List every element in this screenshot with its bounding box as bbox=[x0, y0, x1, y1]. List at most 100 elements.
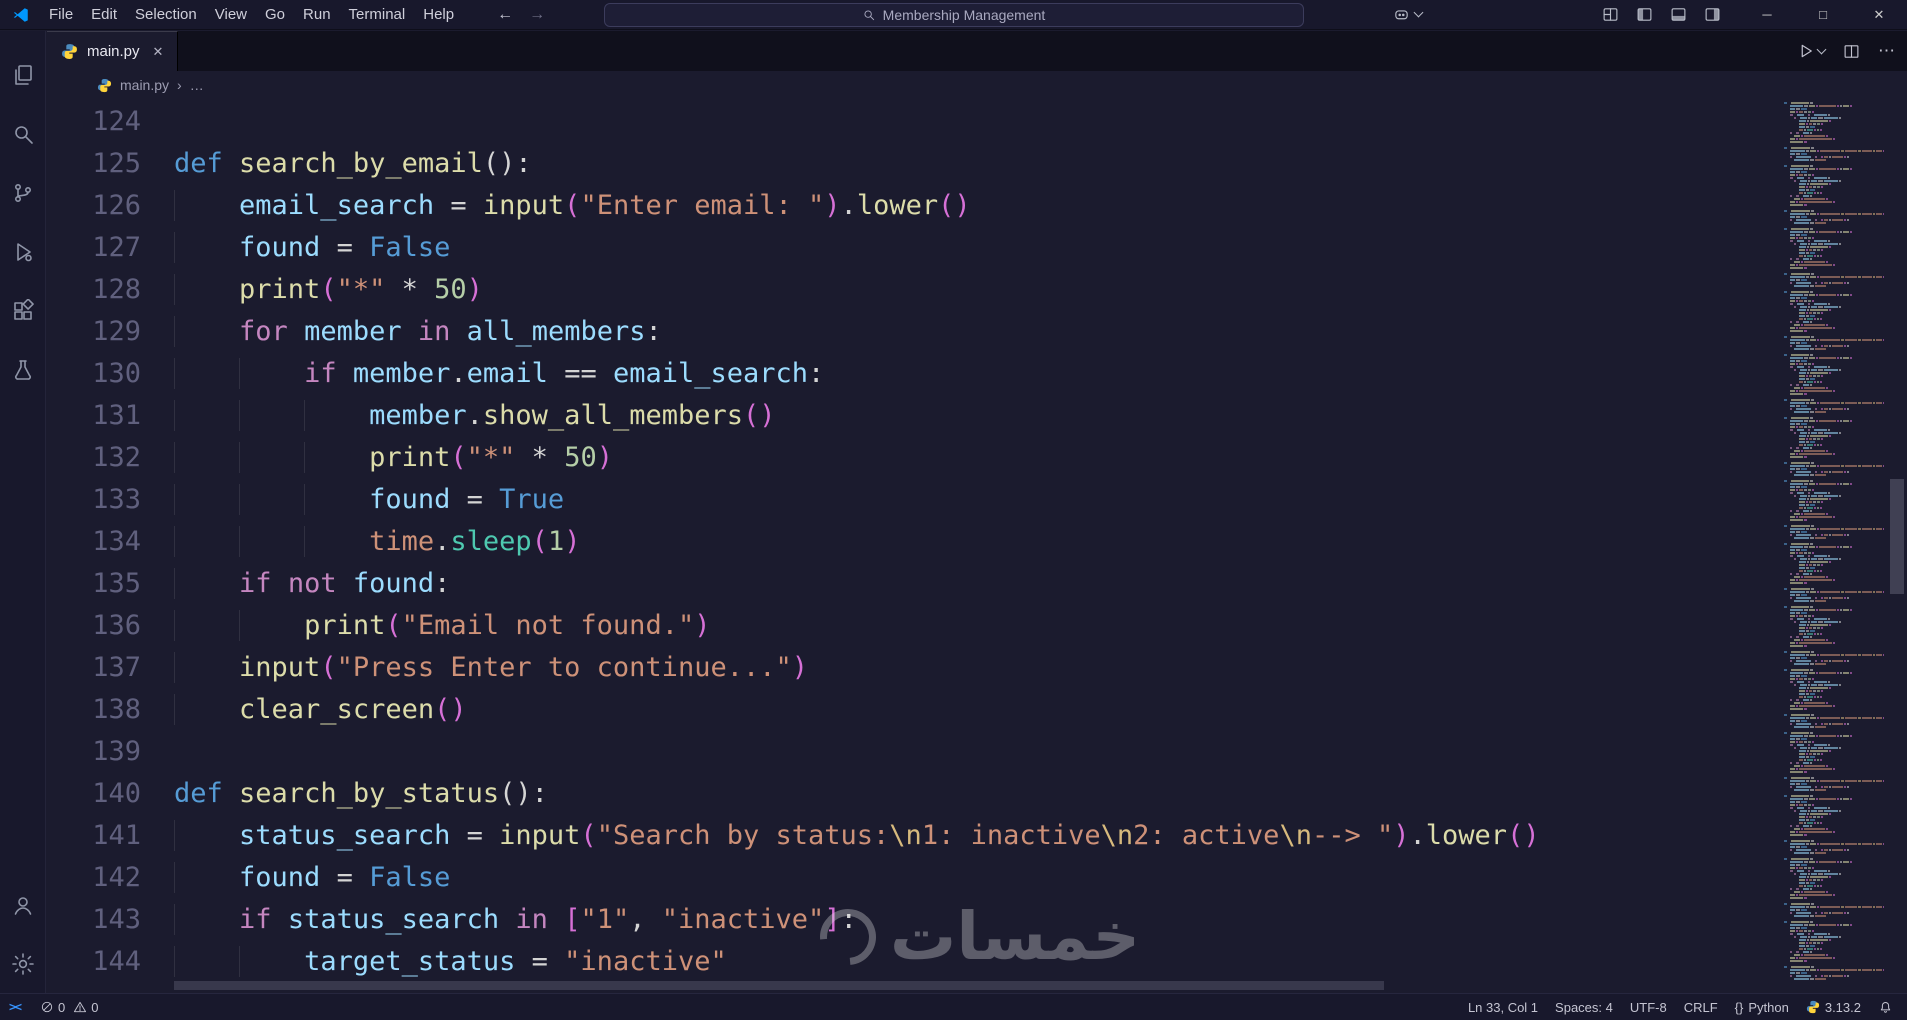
editor-area: main.py ✕ ⋯ main.py › … 124 125 def sear… bbox=[47, 31, 1907, 993]
menu-file[interactable]: File bbox=[40, 0, 82, 30]
statusbar-left: >< 0 0 bbox=[0, 994, 98, 1020]
code-line[interactable]: 142 found = False bbox=[47, 857, 1784, 899]
code-line[interactable]: 134 time.sleep(1) bbox=[47, 521, 1784, 563]
line-text: if status_search in ["1", "inactive"]: bbox=[174, 899, 857, 941]
code-line[interactable]: 141 status_search = input("Search by sta… bbox=[47, 815, 1784, 857]
command-center-search[interactable]: Membership Management bbox=[603, 3, 1304, 27]
line-text: found = False bbox=[174, 857, 450, 899]
run-dropdown-chevron-icon[interactable] bbox=[1816, 44, 1827, 54]
code-line[interactable]: 129 for member in all_members: bbox=[47, 311, 1784, 353]
code-editor[interactable]: 124 125 def search_by_email(): 126 email_se… bbox=[47, 99, 1784, 993]
line-number: 139 bbox=[92, 736, 141, 767]
code-line[interactable]: 126 email_search = input("Enter email: "… bbox=[47, 185, 1784, 227]
back-button[interactable]: ← bbox=[497, 6, 513, 24]
accounts-icon[interactable] bbox=[0, 875, 46, 934]
code-line[interactable]: 128 print("*" * 50) bbox=[47, 269, 1784, 311]
minimap[interactable] bbox=[1784, 99, 1884, 981]
toggle-panel-icon[interactable] bbox=[1670, 6, 1687, 23]
python-file-icon bbox=[62, 44, 77, 59]
menu-terminal[interactable]: Terminal bbox=[340, 0, 415, 30]
copilot-menu[interactable] bbox=[1393, 6, 1424, 23]
python-interpreter[interactable]: 3.13.2 bbox=[1806, 1000, 1861, 1015]
code-line[interactable]: 143 if status_search in ["1", "inactive"… bbox=[47, 899, 1784, 941]
code-line[interactable]: 140 def search_by_status(): bbox=[47, 773, 1784, 815]
run-debug-icon[interactable] bbox=[0, 222, 46, 281]
python-file-icon bbox=[97, 78, 112, 92]
language-mode[interactable]: {} Python bbox=[1735, 1000, 1789, 1015]
customize-layout-icon[interactable] bbox=[1602, 6, 1619, 23]
toggle-primary-sidebar-icon[interactable] bbox=[1636, 6, 1653, 23]
code-line[interactable]: 131 member.show_all_members() bbox=[47, 395, 1784, 437]
line-text: if member.email == email_search: bbox=[174, 353, 824, 395]
menu-go[interactable]: Go bbox=[256, 0, 294, 30]
line-number: 135 bbox=[92, 568, 141, 599]
line-number: 127 bbox=[92, 232, 141, 263]
line-number: 131 bbox=[92, 400, 141, 431]
window-controls: ─ □ ✕ bbox=[1739, 0, 1907, 30]
errors-icon bbox=[41, 1001, 53, 1013]
menu-edit[interactable]: Edit bbox=[82, 0, 126, 30]
code-line[interactable]: 136 print("Email not found.") bbox=[47, 605, 1784, 647]
vscode-logo-icon bbox=[13, 7, 28, 22]
code-line[interactable]: 138 clear_screen() bbox=[47, 689, 1784, 731]
menu-run[interactable]: Run bbox=[294, 0, 340, 30]
line-text: time.sleep(1) bbox=[174, 521, 580, 563]
notifications-bell-icon[interactable] bbox=[1878, 1000, 1893, 1015]
line-text: found = True bbox=[174, 479, 564, 521]
interpreter-version: 3.13.2 bbox=[1824, 999, 1861, 1015]
code-line[interactable]: 132 print("*" * 50) bbox=[47, 437, 1784, 479]
code-line[interactable]: 127 found = False bbox=[47, 227, 1784, 269]
testing-icon[interactable] bbox=[0, 340, 46, 399]
horizontal-scrollbar-thumb[interactable] bbox=[174, 981, 1384, 990]
code-line[interactable]: 137 input("Press Enter to continue...") bbox=[47, 647, 1784, 689]
code-line[interactable]: 130 if member.email == email_search: bbox=[47, 353, 1784, 395]
line-number: 124 bbox=[92, 106, 141, 137]
settings-gear-icon[interactable] bbox=[0, 934, 46, 993]
menu-selection[interactable]: Selection bbox=[126, 0, 206, 30]
code-line[interactable]: 133 found = True bbox=[47, 479, 1784, 521]
extensions-icon[interactable] bbox=[0, 281, 46, 340]
breadcrumb-file[interactable]: main.py bbox=[120, 77, 169, 93]
problems-indicator[interactable]: 0 0 bbox=[40, 1000, 98, 1015]
menu-help[interactable]: Help bbox=[414, 0, 463, 30]
remote-indicator[interactable]: >< bbox=[0, 994, 30, 1020]
source-control-icon[interactable] bbox=[0, 163, 46, 222]
code-lines: 124 125 def search_by_email(): 126 email_se… bbox=[47, 101, 1784, 983]
line-text: status_search = input("Search by status:… bbox=[174, 815, 1540, 857]
encoding-setting[interactable]: UTF-8 bbox=[1630, 1000, 1667, 1015]
vertical-scrollbar[interactable] bbox=[1887, 99, 1907, 981]
tab-close-icon[interactable]: ✕ bbox=[153, 44, 164, 60]
close-button[interactable]: ✕ bbox=[1851, 0, 1907, 30]
maximize-button[interactable]: □ bbox=[1795, 0, 1851, 30]
explorer-icon[interactable] bbox=[0, 45, 46, 104]
breadcrumb-more[interactable]: … bbox=[190, 77, 204, 93]
line-text: print("Email not found.") bbox=[174, 605, 710, 647]
forward-button[interactable]: → bbox=[529, 6, 545, 24]
menu-view[interactable]: View bbox=[206, 0, 256, 30]
eol-setting[interactable]: CRLF bbox=[1684, 1000, 1718, 1015]
line-number: 125 bbox=[92, 148, 141, 179]
toggle-secondary-sidebar-icon[interactable] bbox=[1704, 6, 1721, 23]
vertical-scrollbar-thumb[interactable] bbox=[1890, 479, 1904, 594]
code-line[interactable]: 125 def search_by_email(): bbox=[47, 143, 1784, 185]
code-line[interactable]: 139 bbox=[47, 731, 1784, 773]
cursor-position[interactable]: Ln 33, Col 1 bbox=[1468, 1000, 1538, 1015]
line-number: 143 bbox=[92, 904, 141, 935]
more-actions-icon[interactable]: ⋯ bbox=[1878, 41, 1895, 61]
minimize-button[interactable]: ─ bbox=[1739, 0, 1795, 30]
line-text: email_search = input("Enter email: ").lo… bbox=[174, 185, 971, 227]
python-logo-icon bbox=[1806, 1000, 1819, 1014]
breadcrumb[interactable]: main.py › … bbox=[47, 71, 1907, 99]
code-line[interactable]: 144 target_status = "inactive" bbox=[47, 941, 1784, 983]
code-line[interactable]: 124 bbox=[47, 101, 1784, 143]
search-sidebar-icon[interactable] bbox=[0, 104, 46, 163]
tab-main-py[interactable]: main.py ✕ bbox=[47, 31, 179, 71]
indentation-setting[interactable]: Spaces: 4 bbox=[1555, 1000, 1613, 1015]
split-editor-icon[interactable] bbox=[1843, 43, 1860, 60]
error-count: 0 bbox=[58, 999, 66, 1015]
code-line[interactable]: 135 if not found: bbox=[47, 563, 1784, 605]
warnings-icon bbox=[74, 1001, 87, 1013]
run-python-file-button[interactable] bbox=[1797, 42, 1827, 60]
line-number: 138 bbox=[92, 694, 141, 725]
line-text: if not found: bbox=[174, 563, 450, 605]
